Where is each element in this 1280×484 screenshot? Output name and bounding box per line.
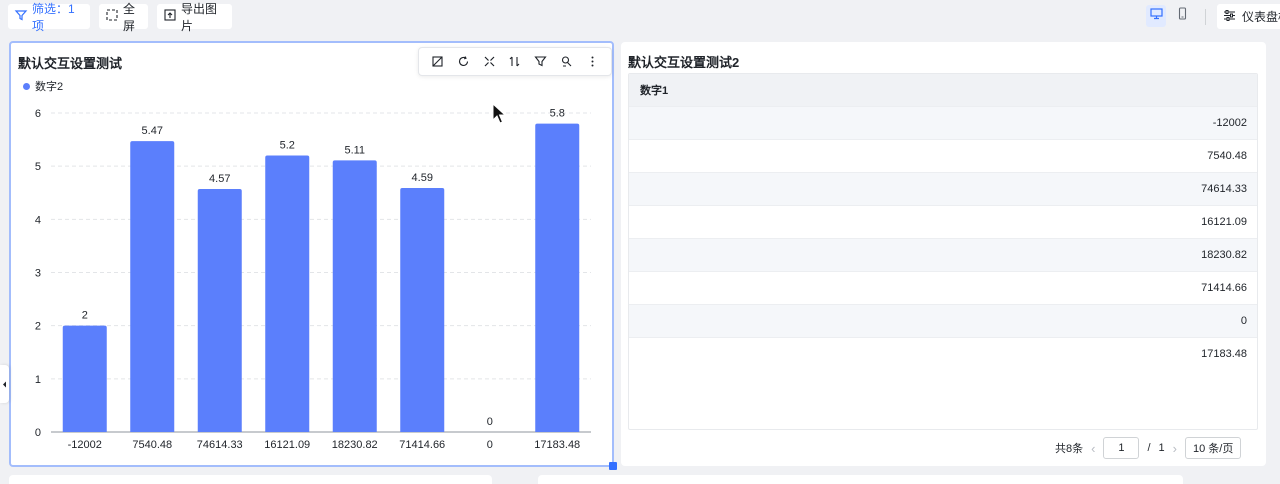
y-tick-label: 4	[35, 214, 41, 226]
resize-handle[interactable]	[609, 462, 617, 470]
table-cell: -12002	[1212, 117, 1247, 129]
clear-selection-icon[interactable]	[430, 54, 446, 70]
fullscreen-icon	[105, 8, 119, 25]
table-card[interactable]: 默认交互设置测试2 数字1 -12002 7540.48 74614.33 16…	[621, 42, 1266, 466]
fullscreen-button[interactable]: 全屏	[99, 2, 148, 33]
y-tick-label: 3	[35, 268, 41, 280]
bar	[332, 160, 377, 432]
bar	[265, 155, 310, 432]
table-cell: 7540.48	[1207, 150, 1247, 162]
pagination: 共8条 ‹ 1 / 1 › 10 条/页	[1055, 437, 1242, 459]
data-label: 4.57	[209, 173, 230, 185]
x-tick-label: 16121.09	[264, 439, 310, 451]
table-header[interactable]: 数字1	[629, 74, 1257, 106]
table-body: -12002 7540.48 74614.33 16121.09 18230.8…	[629, 106, 1257, 370]
filter-icon[interactable]	[533, 54, 549, 70]
x-tick-label: 17183.48	[534, 439, 580, 451]
x-tick-label: 18230.82	[332, 439, 378, 451]
y-tick-label: 0	[35, 427, 41, 439]
bar-chart: 0 1 2 3 4 5 6 2 -12002 5.47 7540.48 4.57 74614.33 5.2…	[35, 108, 591, 451]
drill-icon[interactable]	[558, 54, 574, 70]
toolbar-divider	[1205, 9, 1206, 25]
sidebar-toggle[interactable]	[0, 365, 9, 403]
bar	[197, 189, 242, 432]
filter-icon	[14, 8, 28, 25]
chart-toolbar	[418, 47, 612, 76]
dashboard-style-button[interactable]: 仪表盘样式	[1217, 4, 1280, 29]
x-tick-label: 0	[487, 439, 493, 451]
table-cell: 17183.48	[1201, 348, 1247, 360]
filter-label: 筛选：1项	[32, 1, 75, 33]
table-cell: 18230.82	[1201, 249, 1247, 261]
y-tick-label: 6	[35, 108, 41, 120]
device-switch	[1146, 5, 1192, 27]
prev-page-icon[interactable]: ‹	[1091, 441, 1095, 456]
card-below-left	[9, 475, 492, 484]
bar	[130, 141, 175, 432]
mobile-icon	[1176, 7, 1189, 25]
desktop-view-button[interactable]	[1146, 5, 1166, 27]
y-tick-label: 1	[35, 374, 41, 386]
table-cell: 74614.33	[1201, 183, 1247, 195]
page-size-select[interactable]: 10 条/页	[1185, 437, 1242, 459]
total-pages: 1	[1158, 442, 1165, 454]
x-tick-label: 74614.33	[197, 439, 243, 451]
table-cell: 71414.66	[1201, 282, 1247, 294]
chart-card-title: 默认交互设置测试	[18, 56, 123, 71]
table-row[interactable]: -12002	[629, 106, 1257, 139]
export-image-button[interactable]: 导出图片	[157, 2, 232, 33]
expand-icon[interactable]	[481, 54, 497, 70]
data-label: 0	[487, 416, 493, 428]
y-tick-label: 2	[35, 321, 41, 333]
data-label: 2	[82, 310, 88, 322]
data-label: 5.2	[280, 140, 295, 152]
table-row[interactable]: 16121.09	[629, 205, 1257, 238]
data-label: 5.8	[550, 108, 565, 120]
data-label: 4.59	[412, 172, 433, 184]
data-label: 5.47	[142, 125, 163, 137]
data-label: 5.11	[344, 144, 365, 156]
export-label: 导出图片	[181, 1, 218, 33]
x-tick-label: -12002	[68, 439, 102, 451]
table-cell: 0	[1240, 315, 1247, 327]
total-count: 共8条	[1055, 443, 1084, 455]
table-row[interactable]: 74614.33	[629, 172, 1257, 205]
mobile-view-button[interactable]	[1172, 5, 1192, 27]
table-row[interactable]: 17183.48	[629, 337, 1257, 370]
settings-sliders-icon	[1223, 9, 1236, 25]
sort-icon[interactable]	[507, 54, 523, 70]
data-table: 数字1 -12002 7540.48 74614.33 16121.09 182…	[628, 73, 1258, 430]
y-tick-label: 5	[35, 161, 41, 173]
card-below-right	[538, 475, 1183, 484]
bar	[62, 325, 107, 432]
chart-card[interactable]: 默认交互设置测试 数字2 0 1 2 3 4 5 6 2 -12002 5.47 7540.48 4.…	[9, 41, 614, 467]
desktop-icon	[1149, 7, 1163, 25]
x-tick-label: 71414.66	[399, 439, 445, 451]
next-page-icon[interactable]: ›	[1173, 441, 1177, 456]
linkage-icon[interactable]	[456, 54, 472, 70]
bar	[400, 187, 445, 432]
table-row[interactable]: 18230.82	[629, 238, 1257, 271]
dashboard-style-label: 仪表盘样式	[1242, 10, 1280, 24]
column-header: 数字1	[640, 85, 669, 97]
table-row[interactable]: 71414.66	[629, 271, 1257, 304]
table-row[interactable]: 0	[629, 304, 1257, 337]
mouse-cursor-icon	[492, 103, 506, 124]
bar	[535, 123, 580, 432]
table-row[interactable]: 7540.48	[629, 139, 1257, 172]
table-cell: 16121.09	[1201, 216, 1247, 228]
top-toolbar: 筛选：1项 全屏 导出图片 仪表盘样式	[0, 0, 1280, 34]
caret-left-icon	[2, 375, 7, 393]
more-icon[interactable]	[584, 54, 600, 70]
table-card-title: 默认交互设置测试2	[628, 55, 740, 70]
page-input[interactable]: 1	[1103, 437, 1140, 459]
fullscreen-label: 全屏	[123, 1, 136, 33]
page-separator: /	[1147, 442, 1151, 454]
filter-button[interactable]: 筛选：1项	[8, 2, 90, 33]
export-icon	[163, 8, 177, 25]
x-tick-label: 7540.48	[132, 439, 172, 451]
